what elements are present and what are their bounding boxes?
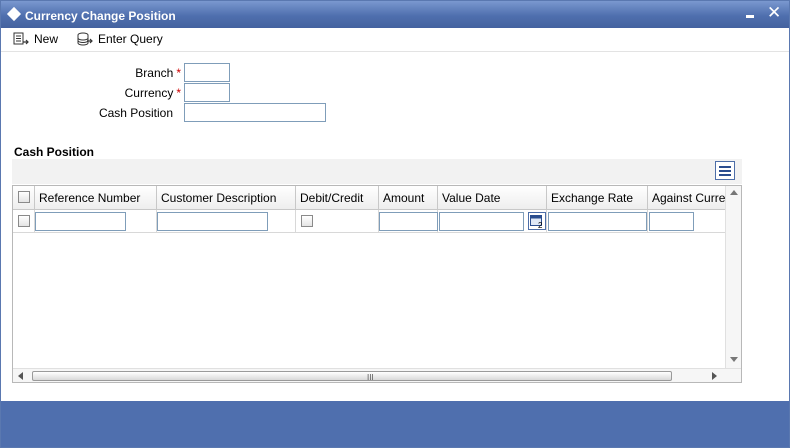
cash-position-input[interactable] [184,103,326,122]
branch-required-marker: * [176,66,181,80]
scroll-up-arrow-icon[interactable] [730,190,738,195]
window-title: Currency Change Position [25,9,176,23]
header-exchange-rate[interactable]: Exchange Rate [547,186,648,210]
table-row: 2 [13,210,725,233]
date-picker-button[interactable]: 2 [528,212,546,230]
customer-description-input[interactable] [157,212,268,231]
header-debit-credit[interactable]: Debit/Credit [296,186,379,210]
grid-header: Reference Number Customer Description De… [13,186,725,210]
currency-required-marker: * [176,86,181,100]
header-against-currency[interactable]: Against Curre [648,186,725,210]
exchange-rate-cell [547,210,648,232]
toolbar: New Enter Query [1,28,789,52]
currency-label-text: Currency [124,86,174,100]
scroll-grip: III [367,373,374,382]
header-customer-description[interactable]: Customer Description [157,186,296,210]
cash-position-label: Cash Position [98,106,173,120]
svg-text:2: 2 [538,221,543,229]
new-document-icon [13,32,29,45]
against-currency-cell [648,210,725,232]
new-button[interactable]: New [13,30,58,48]
against-currency-input[interactable] [649,212,694,231]
scroll-right-arrow-icon[interactable] [712,372,717,380]
header-amount[interactable]: Amount [379,186,438,210]
branch-label: Branch * [61,66,181,80]
exchange-rate-input[interactable] [548,212,647,231]
row-select-cell [13,210,35,232]
branch-input[interactable] [184,63,230,82]
new-button-label: New [34,32,59,46]
branch-label-text: Branch [135,66,174,80]
cash-position-section-title: Cash Position [14,145,95,159]
currency-input[interactable] [184,83,230,102]
reference-number-input[interactable] [35,212,126,231]
single-record-view-button[interactable] [715,161,735,180]
close-icon[interactable]: ✕ [767,4,781,21]
cash-position-grid: Reference Number Customer Description De… [12,185,742,383]
debit-credit-checkbox[interactable] [301,215,313,227]
currency-change-position-window: Currency Change Position ✕ New Enter Que… [0,0,790,448]
value-date-input[interactable] [439,212,524,231]
grid-toolbar [12,159,742,184]
enter-query-button-label: Enter Query [98,32,163,46]
customer-description-cell [157,210,296,232]
database-query-icon [77,32,93,45]
currency-label: Currency * [61,86,181,100]
select-all-checkbox[interactable] [18,191,30,203]
scroll-left-arrow-icon[interactable] [18,372,23,380]
amount-input[interactable] [379,212,438,231]
row-select-checkbox[interactable] [18,215,30,227]
window-diamond-icon [6,6,22,22]
amount-cell [379,210,438,232]
scroll-down-arrow-icon[interactable] [730,357,738,362]
title-bar: Currency Change Position ✕ [1,1,789,28]
vertical-scrollbar[interactable] [725,186,741,368]
header-reference-number[interactable]: Reference Number [35,186,157,210]
reference-number-cell [35,210,157,232]
enter-query-button[interactable]: Enter Query [77,30,163,48]
debit-credit-cell [296,210,379,232]
calendar-icon: 2 [530,215,543,229]
horizontal-scrollbar[interactable]: III [13,368,741,382]
horizontal-scroll-thumb[interactable]: III [32,371,672,382]
header-value-date[interactable]: Value Date [438,186,547,210]
value-date-cell: 2 [438,210,547,232]
header-select-all-cell [13,186,35,210]
minimize-icon[interactable] [746,15,754,18]
footer-bar [1,401,789,447]
